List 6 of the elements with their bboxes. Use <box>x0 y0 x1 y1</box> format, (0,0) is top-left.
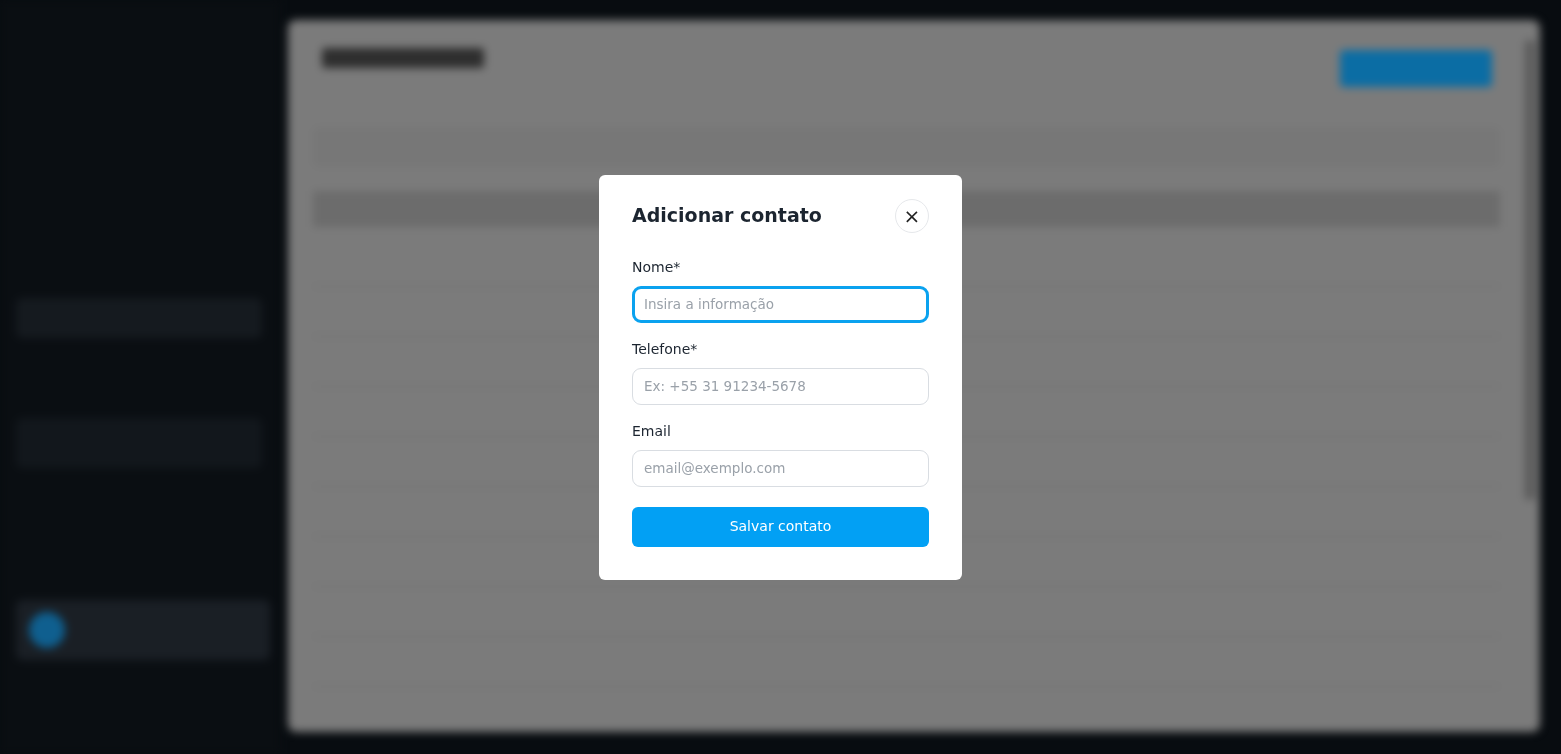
input-field[interactable]: Insira a informação <box>632 285 929 323</box>
close-button[interactable]: × <box>895 198 929 233</box>
dialog-title: Adicionar contato <box>632 204 822 227</box>
field-label: Telefone* <box>632 339 699 359</box>
field-label: Nome* <box>632 257 682 277</box>
field-label: Email <box>632 421 672 441</box>
